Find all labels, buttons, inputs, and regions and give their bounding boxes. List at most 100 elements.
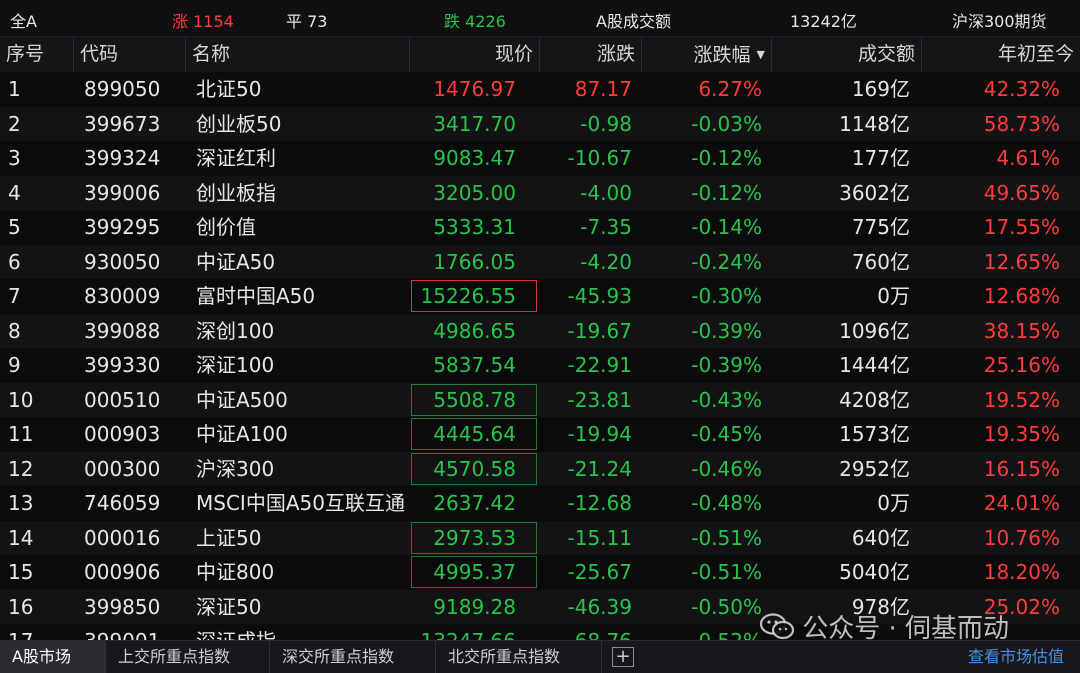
row-change-pct: -0.50% <box>691 594 762 619</box>
row-change: -12.68 <box>567 491 632 515</box>
table-row[interactable]: 5 399295 创价值 5333.31 -7.35 -0.14% 775亿 17.55% <box>0 210 1080 245</box>
row-price: 13247.66 <box>410 624 538 640</box>
col-header-idx[interactable]: 序号 <box>0 37 74 72</box>
row-turnover: 3602亿 <box>839 180 910 205</box>
row-turnover: 177亿 <box>851 146 910 170</box>
row-index: 3 <box>8 146 21 170</box>
col-header-pct[interactable]: 涨跌幅 ▼ <box>642 37 772 72</box>
row-price: 4445.64 <box>410 417 538 451</box>
tab-sse-key-indices[interactable]: 上交所重点指数 <box>106 641 270 673</box>
row-change: -7.35 <box>580 215 632 239</box>
row-name: 深证50 <box>196 594 262 619</box>
wechat-icon <box>760 613 794 640</box>
row-turnover: 775亿 <box>851 215 910 239</box>
all-a-label[interactable]: 全A <box>10 8 37 32</box>
table-row[interactable]: 8 399088 深创100 4986.65 -19.67 -0.39% 1096亿 38.1… <box>0 313 1080 348</box>
row-index: 12 <box>8 456 34 481</box>
row-index: 1 <box>8 77 21 101</box>
add-tab-button[interactable]: + <box>612 647 634 667</box>
row-change-pct: -0.39% <box>691 353 762 377</box>
row-change-pct: -0.12% <box>691 180 762 205</box>
row-index: 10 <box>8 387 34 412</box>
row-name: 富时中国A50 <box>196 284 316 308</box>
row-index: 7 <box>8 284 21 308</box>
row-ytd: 4.61% <box>996 146 1060 170</box>
row-index: 14 <box>8 525 34 550</box>
row-change: -10.67 <box>567 146 632 170</box>
table-header: 序号 代码 名称 现价 涨跌 涨跌幅 ▼ 成交额 年初至今 <box>0 37 1080 72</box>
row-name: 中证A100 <box>196 422 288 446</box>
row-change: 87.17 <box>574 77 632 101</box>
futures-label[interactable]: 沪深300期货 <box>952 8 1047 32</box>
tab-a-share-market[interactable]: A股市场 <box>0 641 106 673</box>
row-code: 399330 <box>84 353 161 377</box>
row-change: -25.67 <box>567 560 632 584</box>
row-ytd: 12.65% <box>983 249 1060 274</box>
bottom-tab-bar: A股市场 上交所重点指数 深交所重点指数 北交所重点指数 + 查看市场估值 <box>0 640 1080 673</box>
table-row[interactable]: 14 000016 上证50 2973.53 -15.11 -0.51% 640亿 10.76… <box>0 520 1080 555</box>
col-header-name[interactable]: 名称 <box>186 37 410 72</box>
tab-szse-key-indices[interactable]: 深交所重点指数 <box>270 641 436 673</box>
row-turnover: 1148亿 <box>839 111 910 136</box>
row-change-pct: -0.51% <box>691 560 762 584</box>
table-row[interactable]: 12 000300 沪深300 4570.58 -21.24 -0.46% 2952亿 16.… <box>0 451 1080 486</box>
row-code: 000300 <box>84 456 161 481</box>
row-ytd: 38.15% <box>983 318 1060 343</box>
row-price: 4995.37 <box>410 555 538 589</box>
row-ytd: 12.68% <box>983 284 1060 308</box>
row-price: 15226.55 <box>410 279 538 313</box>
col-header-pct-label: 涨跌幅 <box>693 44 751 66</box>
row-turnover: 169亿 <box>851 77 910 101</box>
row-turnover: 2952亿 <box>839 456 910 481</box>
row-turnover: 640亿 <box>851 525 910 550</box>
table-row[interactable]: 13 746059 MSCI中国A50互联互通 2637.42 -12.68 -0.48%… <box>0 486 1080 521</box>
col-header-chg[interactable]: 涨跌 <box>540 37 642 72</box>
index-table-body: 1 899050 北证50 1476.97 87.17 6.27% 169亿 42.32% 2 3… <box>0 72 1080 640</box>
row-ytd: 17.55% <box>983 215 1060 239</box>
col-header-price[interactable]: 现价 <box>410 37 540 72</box>
table-row[interactable]: 7 830009 富时中国A50 15226.55 -45.93 -0.30% 0万 12.6… <box>0 279 1080 314</box>
table-row[interactable]: 15 000906 中证800 4995.37 -25.67 -0.51% 5040亿 18.… <box>0 555 1080 590</box>
view-valuation-link[interactable]: 查看市场估值 <box>968 641 1064 673</box>
table-row[interactable]: 11 000903 中证A100 4445.64 -19.94 -0.45% 1573亿 19… <box>0 417 1080 452</box>
table-row[interactable]: 6 930050 中证A50 1766.05 -4.20 -0.24% 760亿 12.65% <box>0 244 1080 279</box>
row-code: 000903 <box>84 422 161 446</box>
row-code: 399001 <box>84 624 184 640</box>
row-code: 399673 <box>84 111 161 136</box>
row-change-pct: -0.48% <box>691 491 762 515</box>
market-summary-bar: 全A 涨 1154 平 73 跌 4226 A股成交额 13242亿 沪深300… <box>0 0 1080 37</box>
table-row[interactable]: 9 399330 深证100 5837.54 -22.91 -0.39% 1444亿 25.1… <box>0 348 1080 383</box>
row-ytd: 10.76% <box>983 525 1060 550</box>
table-row[interactable]: 1 899050 北证50 1476.97 87.17 6.27% 169亿 42.32% <box>0 72 1080 107</box>
row-name: 沪深300 <box>196 456 275 481</box>
col-header-ytd[interactable]: 年初至今 <box>922 37 1080 72</box>
row-ytd: 42.32% <box>983 77 1060 101</box>
table-row[interactable]: 3 399324 深证红利 9083.47 -10.67 -0.12% 177亿 4.61% <box>0 141 1080 176</box>
table-row[interactable]: 2 399673 创业板50 3417.70 -0.98 -0.03% 1148亿 58.73… <box>0 106 1080 141</box>
row-index: 15 <box>8 560 34 584</box>
table-row[interactable]: 4 399006 创业板指 3205.00 -4.00 -0.12% 3602亿 49.65% <box>0 175 1080 210</box>
tab-bse-key-indices[interactable]: 北交所重点指数 <box>436 641 602 673</box>
row-price: 3205.00 <box>433 180 516 205</box>
row-name: 深证红利 <box>196 146 276 170</box>
row-ytd: 58.73% <box>983 111 1060 136</box>
row-change: -21.24 <box>567 456 632 481</box>
row-ytd: 18.20% <box>983 560 1060 584</box>
row-change-pct: -0.45% <box>691 422 762 446</box>
row-change-pct: 6.27% <box>698 77 762 101</box>
col-header-vol[interactable]: 成交额 <box>772 37 922 72</box>
row-name: 深创100 <box>196 318 275 343</box>
row-index: 8 <box>8 318 21 343</box>
row-code: 930050 <box>84 249 161 274</box>
col-header-code[interactable]: 代码 <box>74 37 186 72</box>
row-index: 11 <box>8 422 34 446</box>
table-row[interactable]: 10 000510 中证A500 5508.78 -23.81 -0.43% 4208亿 19… <box>0 382 1080 417</box>
row-turnover: 1096亿 <box>839 318 910 343</box>
row-name: 深证成指 <box>196 624 410 640</box>
row-code: 399006 <box>84 180 161 205</box>
row-index: 2 <box>8 111 21 136</box>
row-price: 2637.42 <box>433 491 516 515</box>
row-price: 5508.78 <box>410 383 538 417</box>
row-name: 创价值 <box>196 215 256 239</box>
row-code: 399850 <box>84 594 161 619</box>
